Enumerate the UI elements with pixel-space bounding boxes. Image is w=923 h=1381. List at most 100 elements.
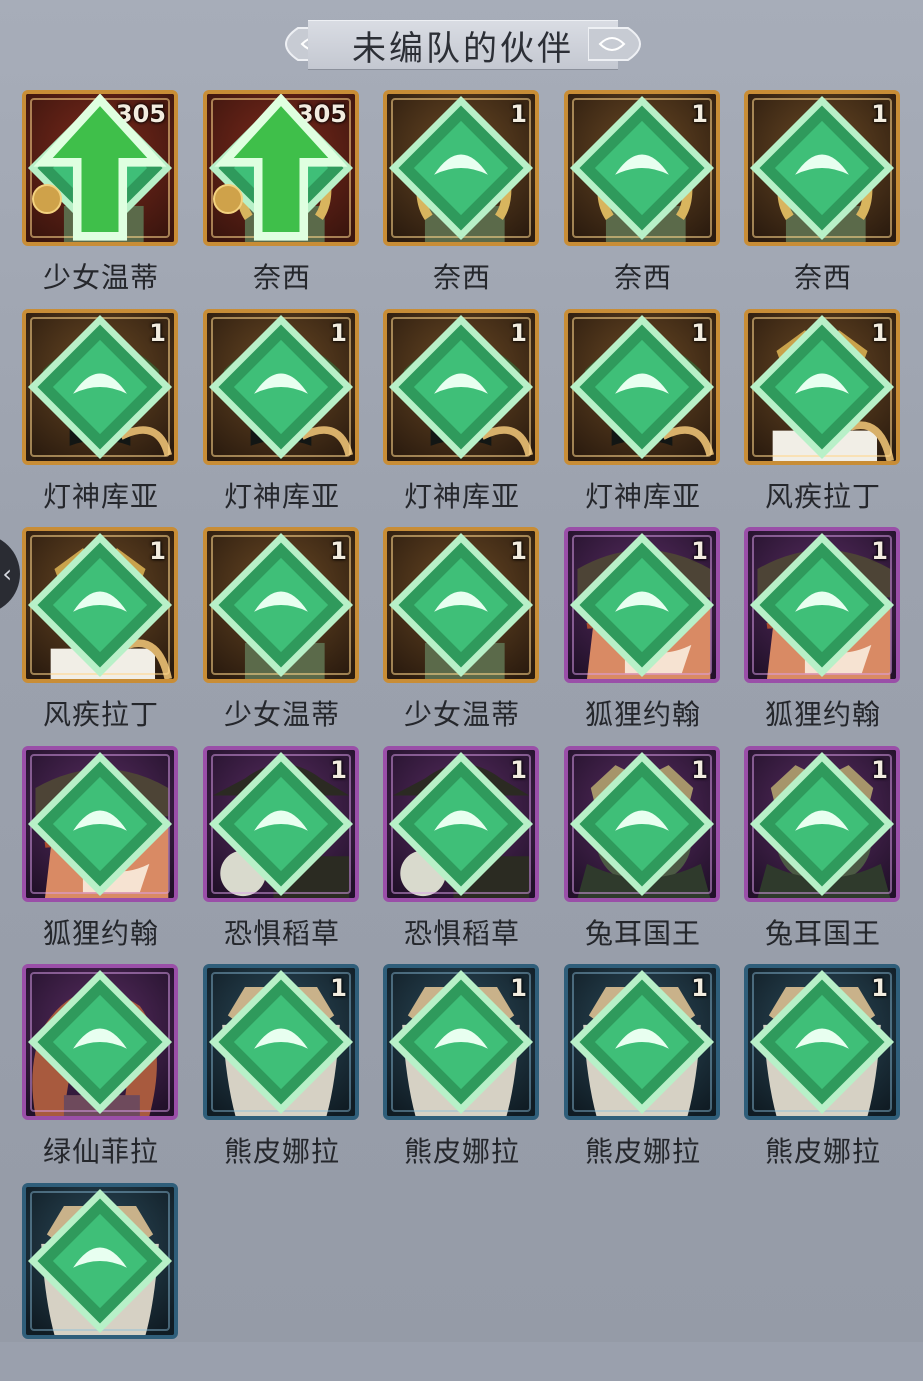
partner-portrait[interactable]: 1 [564,309,720,465]
partner-portrait[interactable]: 1 [22,309,178,465]
partner-card[interactable]: 1 灯神库亚 [562,307,724,513]
partner-card[interactable]: 1 狐狸约翰 [742,525,904,731]
partner-name: 灯神库亚 [584,480,701,513]
partner-name: 兔耳国王 [584,917,701,950]
partner-level: 1 [510,537,527,565]
partner-level: 1 [149,537,166,565]
partner-card[interactable]: 1 奈西 [381,88,543,294]
partner-portrait[interactable] [22,964,178,1120]
partner-portrait[interactable]: 1 [383,90,539,246]
partner-portrait[interactable]: 305 [22,90,178,246]
partner-name: 恐惧稻草 [403,917,520,950]
partner-card[interactable]: 狐狸约翰 [20,744,182,950]
partner-portrait[interactable]: 1 [383,964,539,1120]
page-title: 未编队的伙伴 [352,28,574,69]
partner-card[interactable]: 1 奈西 [742,88,904,294]
team-badge-icon [32,184,62,214]
partner-portrait[interactable]: 1 [564,964,720,1120]
partner-level: 1 [871,974,888,1002]
partner-card[interactable]: 1 奈西 [562,88,724,294]
partner-level: 1 [330,756,347,784]
partner-card[interactable]: 绿仙菲拉 [20,962,182,1168]
partner-card[interactable]: 1 灯神库亚 [20,307,182,513]
element-gem-icon [27,1188,173,1334]
partner-portrait[interactable]: 1 [564,90,720,246]
partner-card[interactable]: 1 兔耳国王 [742,744,904,950]
partner-level: 1 [330,974,347,1002]
partner-portrait[interactable]: 305 [203,90,359,246]
partner-name: 熊皮娜拉 [584,1135,701,1168]
partner-card[interactable]: 1 熊皮娜拉 [381,962,543,1168]
partner-name: 兔耳国王 [764,917,881,950]
partner-name: 恐惧稻草 [223,917,340,950]
partner-card[interactable]: 1 恐惧稻草 [201,744,363,950]
banner-right-ornament [588,27,641,61]
partner-portrait[interactable]: 1 [203,964,359,1120]
partner-name: 奈西 [793,261,852,294]
partner-portrait[interactable]: 1 [383,527,539,683]
partner-card[interactable]: 305 少女温蒂 [20,88,182,294]
element-gem-icon [27,751,173,897]
partner-level: 1 [691,756,708,784]
partner-name: 灯神库亚 [403,480,520,513]
partner-portrait[interactable]: 1 [383,309,539,465]
upgrade-arrow-icon [33,94,167,241]
partner-portrait[interactable] [22,1183,178,1339]
partner-portrait[interactable]: 1 [22,527,178,683]
partner-card[interactable]: 1 风疾拉丁 [742,307,904,513]
partner-card[interactable]: 1 狐狸约翰 [562,525,724,731]
partner-portrait[interactable]: 1 [564,527,720,683]
partner-level: 1 [510,100,527,128]
partner-card[interactable] [20,1181,182,1381]
partner-card[interactable]: 1 熊皮娜拉 [201,962,363,1168]
partner-portrait[interactable]: 1 [564,746,720,902]
partner-level: 1 [510,974,527,1002]
partner-portrait[interactable]: 1 [744,309,900,465]
partner-card[interactable]: 1 少女温蒂 [201,525,363,731]
partner-level: 1 [691,974,708,1002]
team-badge-icon [213,184,243,214]
partner-name: 狐狸约翰 [42,917,159,950]
partner-portrait[interactable] [22,746,178,902]
partner-card[interactable]: 1 熊皮娜拉 [742,962,904,1168]
partner-name: 少女温蒂 [223,698,340,731]
partner-name: 狐狸约翰 [764,698,881,731]
partner-name: 奈西 [432,261,491,294]
partner-level: 1 [510,319,527,347]
partner-name: 少女温蒂 [42,261,159,294]
partner-portrait[interactable]: 1 [383,746,539,902]
partner-name: 熊皮娜拉 [764,1135,881,1168]
partner-level: 1 [330,537,347,565]
banner-plate: 未编队的伙伴 [308,20,618,70]
partner-portrait[interactable]: 1 [744,746,900,902]
partner-level: 1 [330,319,347,347]
partner-name: 风疾拉丁 [764,480,881,513]
partner-name: 少女温蒂 [403,698,520,731]
partner-level: 1 [871,537,888,565]
partner-level: 1 [149,319,166,347]
partner-portrait[interactable]: 1 [203,527,359,683]
partner-level: 1 [691,319,708,347]
side-collapse-tab[interactable]: ‹ [0,534,20,614]
partner-level: 1 [871,319,888,347]
partner-card[interactable]: 1 灯神库亚 [381,307,543,513]
partner-portrait[interactable]: 1 [203,746,359,902]
header-banner: 未编队的伙伴 [268,14,658,74]
partner-name: 熊皮娜拉 [403,1135,520,1168]
partner-card[interactable]: 1 兔耳国王 [562,744,724,950]
partner-card[interactable]: 1 熊皮娜拉 [562,962,724,1168]
partner-card[interactable]: 1 风疾拉丁 [20,525,182,731]
partner-name: 奈西 [252,261,311,294]
partner-card[interactable]: 1 灯神库亚 [201,307,363,513]
upgrade-arrow-icon [214,94,348,241]
partner-card[interactable]: 1 少女温蒂 [381,525,543,731]
partner-card[interactable]: 1 恐惧稻草 [381,744,543,950]
partner-portrait[interactable]: 1 [744,964,900,1120]
partner-portrait[interactable]: 1 [203,309,359,465]
partner-level: 1 [691,100,708,128]
partner-portrait[interactable]: 1 [744,527,900,683]
partner-name: 灯神库亚 [42,480,159,513]
partner-portrait[interactable]: 1 [744,90,900,246]
partner-card[interactable]: 305 奈西 [201,88,363,294]
partner-level: 1 [871,756,888,784]
